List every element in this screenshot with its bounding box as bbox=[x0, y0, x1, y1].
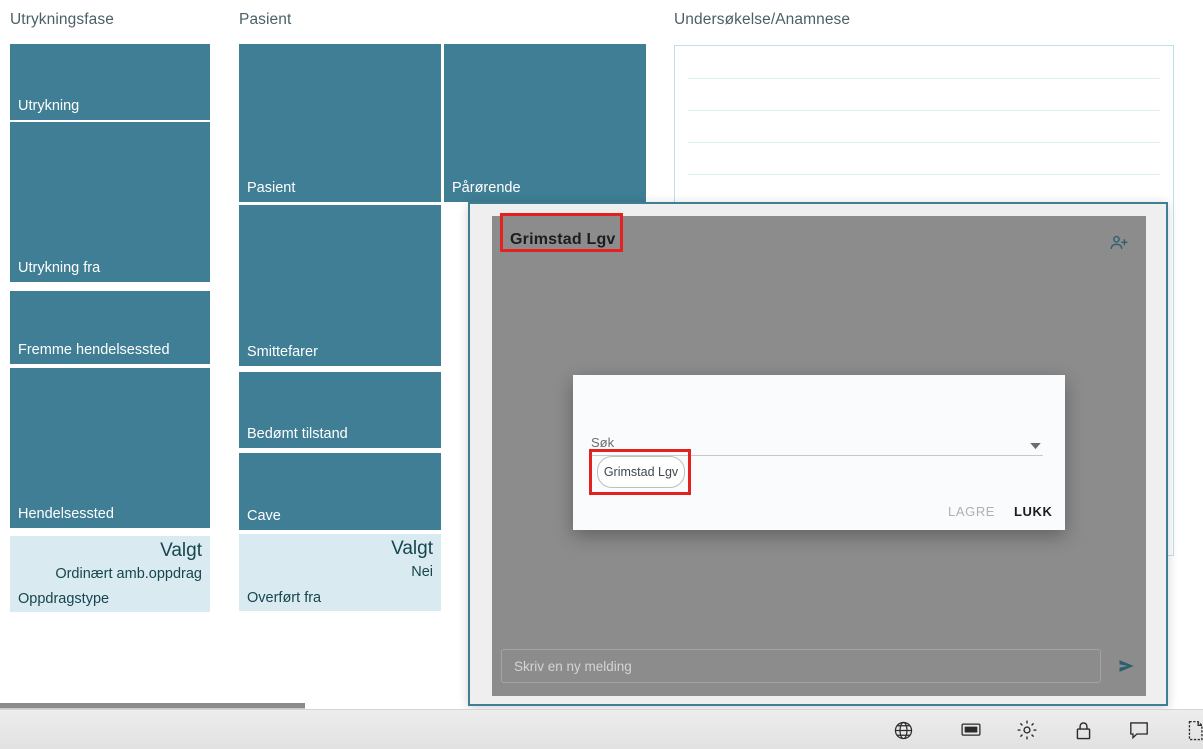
taskbar bbox=[0, 709, 1203, 749]
lock-icon[interactable] bbox=[1072, 719, 1094, 741]
tile-cave[interactable]: Cave bbox=[239, 453, 441, 530]
tile-label: Pårørende bbox=[452, 180, 521, 196]
note-rule-line bbox=[688, 110, 1160, 111]
note-rule-line bbox=[688, 174, 1160, 175]
selected-label: Overført fra bbox=[247, 590, 322, 606]
selected-title: Valgt bbox=[391, 538, 433, 559]
tile-label: Utrykning bbox=[18, 98, 80, 114]
note-rule-line bbox=[688, 78, 1160, 79]
tile-utrykning-fra[interactable]: Utrykning fra bbox=[10, 122, 210, 282]
chat-composer bbox=[492, 638, 1146, 696]
tile-label: Cave bbox=[247, 508, 281, 524]
chevron-down-icon[interactable] bbox=[1028, 439, 1042, 453]
selected-title: Valgt bbox=[160, 540, 202, 561]
chip-label: Grimstad Lgv bbox=[603, 465, 679, 479]
close-button[interactable]: LUKK bbox=[1014, 504, 1053, 519]
tile-utrykning[interactable]: Utrykning bbox=[10, 44, 210, 120]
message-input[interactable] bbox=[501, 649, 1101, 683]
gear-icon[interactable] bbox=[1016, 719, 1038, 741]
tile-label: Hendelsessted bbox=[18, 506, 114, 522]
person-add-icon[interactable] bbox=[1106, 230, 1132, 256]
column-heading-utrykningsfase: Utrykningsfase bbox=[10, 11, 114, 28]
document-icon[interactable] bbox=[1184, 719, 1203, 741]
tile-selected-oppdragstype[interactable]: Valgt Ordinært amb.oppdrag Oppdragstype bbox=[10, 536, 210, 612]
tile-selected-overfort-fra[interactable]: Valgt Nei Overført fra bbox=[239, 534, 441, 611]
monitor-icon[interactable] bbox=[960, 719, 982, 741]
tile-label: Pasient bbox=[247, 180, 296, 196]
globe-icon[interactable] bbox=[892, 719, 914, 741]
chat-title: Grimstad Lgv bbox=[510, 231, 616, 248]
tile-label: Utrykning fra bbox=[18, 260, 101, 276]
tile-label: Bedømt tilstand bbox=[247, 426, 348, 442]
tile-pasient[interactable]: Pasient bbox=[239, 44, 441, 202]
tile-fremme-hendelsessted[interactable]: Fremme hendelsessted bbox=[10, 291, 210, 364]
column-heading-undersokelse-anamnese: Undersøkelse/Anamnese bbox=[674, 11, 851, 28]
selected-label: Oppdragstype bbox=[18, 591, 110, 607]
chat-bubble-icon[interactable] bbox=[1128, 719, 1150, 741]
save-button[interactable]: LAGRE bbox=[948, 504, 995, 519]
tile-parorende[interactable]: Pårørende bbox=[444, 44, 646, 202]
tile-bedomt-tilstand[interactable]: Bedømt tilstand bbox=[239, 372, 441, 448]
search-field-label: Søk bbox=[591, 435, 615, 450]
selected-chip-grimstad-lgv[interactable]: Grimstad Lgv bbox=[597, 456, 685, 488]
tile-hendelsessted[interactable]: Hendelsessted bbox=[10, 368, 210, 528]
note-rule-line bbox=[688, 142, 1160, 143]
column-heading-pasient: Pasient bbox=[239, 11, 292, 28]
selected-value: Ordinært amb.oppdrag bbox=[55, 566, 202, 582]
tile-smittefarer[interactable]: Smittefarer bbox=[239, 205, 441, 366]
application-root: Utrykningsfase Utrykning Utrykning fra F… bbox=[0, 0, 1203, 749]
tile-label: Smittefarer bbox=[247, 344, 318, 360]
tile-label: Fremme hendelsessted bbox=[18, 342, 170, 358]
selected-value: Nei bbox=[411, 564, 433, 580]
send-icon[interactable] bbox=[1112, 650, 1142, 682]
